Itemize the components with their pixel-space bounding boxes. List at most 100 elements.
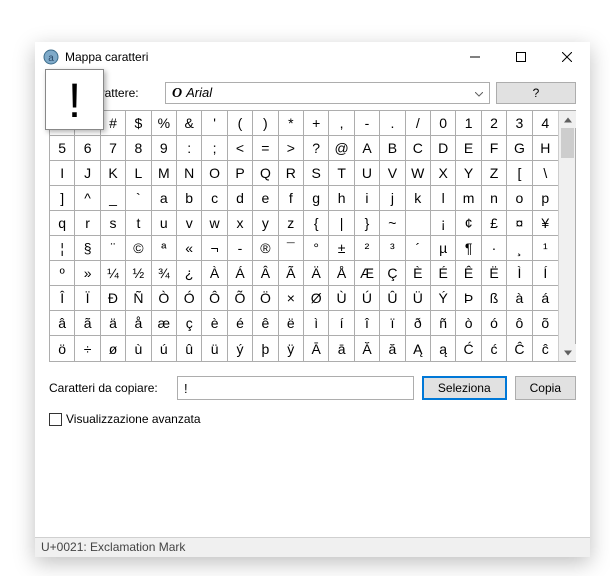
char-cell[interactable]: z <box>279 211 304 236</box>
char-cell[interactable]: Ì <box>507 261 532 286</box>
char-cell[interactable]: Î <box>50 286 75 311</box>
char-cell[interactable]: 7 <box>101 136 126 161</box>
char-cell[interactable]: Þ <box>456 286 481 311</box>
char-cell[interactable]: ÿ <box>279 336 304 361</box>
char-cell[interactable]: O <box>202 161 227 186</box>
char-cell[interactable]: ù <box>126 336 151 361</box>
char-cell[interactable]: Ú <box>355 286 380 311</box>
advanced-view-checkbox[interactable] <box>49 413 62 426</box>
char-cell[interactable]: õ <box>533 311 558 336</box>
char-cell[interactable]: a <box>152 186 177 211</box>
char-cell[interactable]: ( <box>228 111 253 136</box>
char-cell[interactable]: Õ <box>228 286 253 311</box>
char-cell[interactable]: ý <box>228 336 253 361</box>
char-cell[interactable]: é <box>228 311 253 336</box>
char-cell[interactable]: Ê <box>456 261 481 286</box>
char-cell[interactable]: © <box>126 236 151 261</box>
char-cell[interactable]: l <box>431 186 456 211</box>
char-cell[interactable]: Á <box>228 261 253 286</box>
char-cell[interactable]: « <box>177 236 202 261</box>
char-cell[interactable]: Ñ <box>126 286 151 311</box>
char-cell[interactable]: L <box>126 161 151 186</box>
char-cell[interactable]: K <box>101 161 126 186</box>
char-cell[interactable]: - <box>228 236 253 261</box>
char-cell[interactable]: e <box>253 186 278 211</box>
char-cell[interactable]: Û <box>380 286 405 311</box>
char-cell[interactable]: ì <box>304 311 329 336</box>
char-cell[interactable]: j <box>380 186 405 211</box>
char-cell[interactable]: 8 <box>126 136 151 161</box>
char-cell[interactable]: % <box>152 111 177 136</box>
char-cell[interactable]: v <box>177 211 202 236</box>
char-cell[interactable]: U <box>355 161 380 186</box>
char-cell[interactable]: ß <box>482 286 507 311</box>
char-cell[interactable]: Z <box>482 161 507 186</box>
char-cell[interactable]: o <box>507 186 532 211</box>
char-cell[interactable]: 4 <box>533 111 558 136</box>
char-cell[interactable]: & <box>177 111 202 136</box>
char-cell[interactable]: Í <box>533 261 558 286</box>
char-cell[interactable]: ; <box>202 136 227 161</box>
char-cell[interactable]: ¼ <box>101 261 126 286</box>
char-cell[interactable]: P <box>228 161 253 186</box>
char-cell[interactable]: 3 <box>507 111 532 136</box>
select-button[interactable]: Seleziona <box>422 376 507 400</box>
scroll-thumb[interactable] <box>561 128 574 158</box>
char-cell[interactable]: s <box>101 211 126 236</box>
char-cell[interactable]: Ç <box>380 261 405 286</box>
char-cell[interactable]: Ö <box>253 286 278 311</box>
char-cell[interactable]: F <box>482 136 507 161</box>
char-cell[interactable]: M <box>152 161 177 186</box>
char-cell[interactable]: V <box>380 161 405 186</box>
char-cell[interactable]: Å <box>329 261 354 286</box>
char-cell[interactable]: · <box>482 236 507 261</box>
char-cell[interactable]: S <box>304 161 329 186</box>
char-cell[interactable]: ¤ <box>507 211 532 236</box>
char-cell[interactable]: 1 <box>456 111 481 136</box>
char-cell[interactable]: ' <box>202 111 227 136</box>
char-cell[interactable]: t <box>126 211 151 236</box>
char-cell[interactable]: u <box>152 211 177 236</box>
char-cell[interactable]: ¡ <box>431 211 456 236</box>
char-cell[interactable]: Đ <box>101 286 126 311</box>
char-cell[interactable]: ] <box>50 186 75 211</box>
char-cell[interactable]: | <box>329 211 354 236</box>
char-cell[interactable]: ö <box>50 336 75 361</box>
char-cell[interactable]: û <box>177 336 202 361</box>
char-cell[interactable]: ô <box>507 311 532 336</box>
char-cell[interactable]: I <box>50 161 75 186</box>
maximize-button[interactable] <box>498 42 544 72</box>
char-cell[interactable]: R <box>279 161 304 186</box>
font-select[interactable]: OArial <box>165 82 490 104</box>
char-cell[interactable]: ò <box>456 311 481 336</box>
scroll-up-button[interactable] <box>559 111 576 128</box>
char-cell[interactable]: á <box>533 286 558 311</box>
char-cell[interactable]: h <box>329 186 354 211</box>
char-cell[interactable]: Y <box>456 161 481 186</box>
char-cell[interactable]: ¹ <box>533 236 558 261</box>
char-cell[interactable]: ½ <box>126 261 151 286</box>
char-cell[interactable]: x <box>228 211 253 236</box>
char-cell[interactable]: n <box>482 186 507 211</box>
char-cell[interactable]: _ <box>101 186 126 211</box>
char-cell[interactable]: Ó <box>177 286 202 311</box>
char-cell[interactable]: @ <box>329 136 354 161</box>
char-cell[interactable]: J <box>75 161 100 186</box>
char-cell[interactable]: × <box>279 286 304 311</box>
char-cell[interactable]: 5 <box>50 136 75 161</box>
char-cell[interactable]: $ <box>126 111 151 136</box>
char-cell[interactable]: G <box>507 136 532 161</box>
char-cell[interactable]: ¶ <box>456 236 481 261</box>
char-cell[interactable]: [ <box>507 161 532 186</box>
char-cell[interactable]: # <box>101 111 126 136</box>
char-cell[interactable]: ë <box>279 311 304 336</box>
char-cell[interactable]: c <box>202 186 227 211</box>
char-cell[interactable]: : <box>177 136 202 161</box>
char-cell[interactable]: ª <box>152 236 177 261</box>
char-cell[interactable]: ¢ <box>456 211 481 236</box>
char-cell[interactable]: § <box>75 236 100 261</box>
char-cell[interactable]: ĉ <box>533 336 558 361</box>
char-cell[interactable]: Ã <box>279 261 304 286</box>
char-cell[interactable]: î <box>355 311 380 336</box>
char-cell[interactable]: ÷ <box>75 336 100 361</box>
